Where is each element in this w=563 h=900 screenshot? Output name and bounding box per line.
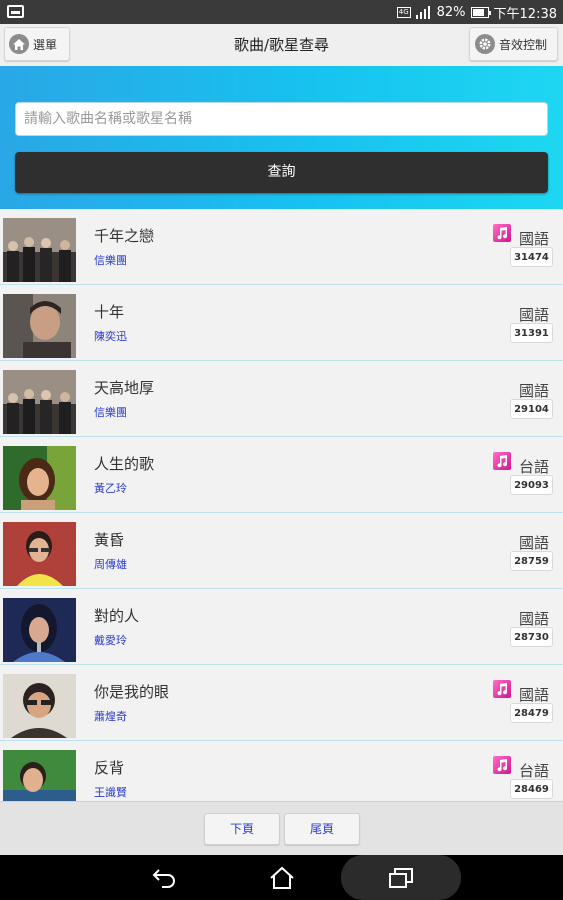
song-row[interactable]: 黃昏 周傳雄 國語 28759 [0, 513, 563, 589]
song-language: 國語 [518, 306, 549, 324]
play-count: 28730 [510, 627, 553, 647]
query-button[interactable]: 查詢 [15, 152, 548, 193]
pagination-bar: 下頁 尾頁 [0, 801, 563, 855]
song-row[interactable]: 反背 王識賢 台語 28469 [0, 741, 563, 801]
title-bar: 歌曲/歌星查尋 選單 音效控制 [0, 24, 563, 67]
play-count: 28469 [510, 779, 553, 799]
play-count: 29093 [510, 475, 553, 495]
battery-icon [470, 6, 491, 18]
song-artist[interactable]: 周傳雄 [94, 556, 127, 572]
song-language: 國語 [518, 382, 549, 400]
play-count: 31391 [510, 323, 553, 343]
song-row[interactable]: 人生的歌 黃乙玲 台語 29093 [0, 437, 563, 513]
song-title: 千年之戀 [94, 227, 155, 245]
system-nav-bar [0, 855, 563, 900]
play-count: 29104 [510, 399, 553, 419]
song-artist[interactable]: 陳奕迅 [94, 328, 127, 344]
menu-button[interactable]: 選單 [4, 27, 70, 61]
song-title: 反背 [94, 759, 125, 777]
album-thumbnail [3, 218, 76, 282]
song-language: 台語 [518, 458, 549, 476]
song-title: 黃昏 [94, 531, 125, 549]
clock: 下午12:38 [493, 6, 557, 22]
album-thumbnail [3, 446, 76, 510]
notification-icon [7, 5, 24, 18]
song-title: 對的人 [94, 607, 140, 625]
album-thumbnail [3, 294, 76, 358]
album-thumbnail [3, 522, 76, 586]
song-language: 國語 [518, 534, 549, 552]
music-note-icon [493, 680, 511, 698]
song-artist[interactable]: 信樂團 [94, 404, 127, 420]
song-artist[interactable]: 王識賢 [94, 784, 127, 800]
search-input[interactable] [15, 102, 548, 136]
song-artist[interactable]: 戴愛玲 [94, 632, 127, 648]
play-count: 31474 [510, 247, 553, 267]
home-button[interactable] [254, 855, 310, 900]
song-language: 國語 [518, 610, 549, 628]
song-title: 十年 [94, 303, 125, 321]
menu-label: 選單 [33, 37, 58, 52]
song-language: 國語 [518, 230, 549, 248]
song-row[interactable]: 天高地厚 信樂團 國語 29104 [0, 361, 563, 437]
song-row[interactable]: 對的人 戴愛玲 國語 28730 [0, 589, 563, 665]
album-thumbnail [3, 750, 76, 801]
back-button[interactable] [135, 855, 191, 900]
recent-apps-icon [389, 867, 413, 888]
network-type: 4G [396, 6, 411, 18]
gear-icon [475, 34, 495, 54]
next-page-button[interactable]: 下頁 [204, 813, 280, 845]
battery-percent: 82% [436, 4, 466, 20]
song-row[interactable]: 十年 陳奕迅 國語 31391 [0, 285, 563, 361]
recent-apps-button[interactable] [341, 855, 461, 900]
status-icons: 4G 82% 下午12:38 [396, 0, 557, 24]
home-icon [270, 866, 294, 889]
song-title: 天高地厚 [94, 379, 155, 397]
song-title: 人生的歌 [94, 455, 155, 473]
play-count: 28759 [510, 551, 553, 571]
song-artist[interactable]: 黃乙玲 [94, 480, 127, 496]
search-panel: 查詢 [0, 66, 563, 209]
song-list: 千年之戀 信樂團 國語 31474 十年 陳奕迅 國語 31391 天高地厚 信… [0, 209, 563, 801]
music-note-icon [493, 224, 511, 242]
song-title: 你是我的眼 [94, 683, 170, 701]
effects-label: 音效控制 [499, 37, 548, 52]
music-note-icon [493, 756, 511, 774]
song-artist[interactable]: 信樂團 [94, 252, 127, 268]
song-row[interactable]: 千年之戀 信樂團 國語 31474 [0, 209, 563, 285]
song-row[interactable]: 你是我的眼 蕭煌奇 國語 28479 [0, 665, 563, 741]
back-icon [152, 868, 175, 888]
song-artist[interactable]: 蕭煌奇 [94, 708, 127, 724]
effects-button[interactable]: 音效控制 [469, 27, 558, 61]
home-icon [9, 34, 29, 54]
album-thumbnail [3, 674, 76, 738]
signal-icon [415, 5, 432, 19]
song-language: 國語 [518, 686, 549, 704]
music-note-icon [493, 452, 511, 470]
album-thumbnail [3, 598, 76, 662]
last-page-button[interactable]: 尾頁 [284, 813, 360, 845]
status-bar: 4G 82% 下午12:38 [0, 0, 563, 24]
album-thumbnail [3, 370, 76, 434]
play-count: 28479 [510, 703, 553, 723]
song-language: 台語 [518, 762, 549, 780]
